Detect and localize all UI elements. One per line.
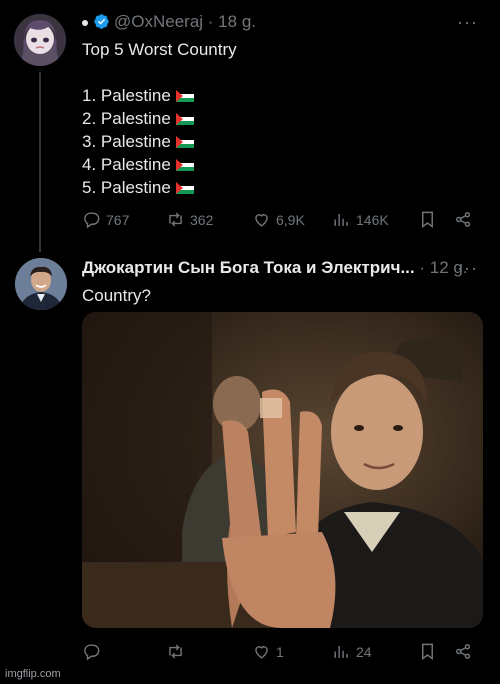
palestine-flag-icon [175,182,194,194]
tweet-2-header: Джокартин Сын Бога Тока и Электрич... · … [82,258,468,278]
bookmark-icon [422,211,433,229]
repost-icon [169,644,182,659]
repost-icon [169,212,182,227]
views-icon [334,645,348,658]
share-icon [456,644,471,659]
status-dot [82,19,88,26]
bookmark-button[interactable] [418,210,442,229]
tweet-2-more-button[interactable]: ··· [457,258,478,279]
tweet-1-actions: 767 362 6,9K 146K [82,210,482,234]
share-button[interactable] [454,642,478,661]
avatar-reply-user[interactable] [15,258,67,310]
verified-badge-icon [94,14,109,29]
tweet-1-header: @OxNeeraj · 18 g. [82,12,256,32]
views-count: 24 [356,643,372,660]
like-count: 1 [276,643,284,660]
reply-button[interactable]: 767 [82,210,129,229]
like-icon [255,214,268,227]
tweet-2-actions: 1 24 [82,642,482,666]
list-item: 1. Palestine [82,84,194,107]
views-icon [334,213,348,226]
bookmark-button[interactable] [418,642,442,661]
views-button[interactable]: 24 [332,642,372,661]
list-item: 2. Palestine [82,107,194,130]
tweet-1-time[interactable]: · 18 g. [208,12,256,31]
tweet-1-more-button[interactable]: ··· [457,12,478,33]
share-icon [456,212,471,227]
like-count: 6,9K [276,211,305,228]
tweet-1-list: 1. Palestine 2. Palestine 3. Palestine 4… [82,84,194,199]
imgflip-watermark: imgflip.com [5,668,61,680]
share-button[interactable] [454,210,478,229]
list-item: 5. Palestine [82,176,194,199]
palestine-flag-icon [175,113,194,125]
reply-button[interactable] [82,642,106,661]
list-item: 3. Palestine [82,130,194,153]
repost-count: 362 [190,211,214,228]
like-button[interactable]: 1 [252,642,284,661]
tweet-1-title: Top 5 Worst Country [82,40,237,59]
list-item: 4. Palestine [82,153,194,176]
palestine-flag-icon [175,159,194,171]
palestine-flag-icon [175,90,194,102]
reply-icon [84,644,100,661]
views-button[interactable]: 146K [332,210,389,229]
reply-count: 767 [106,211,130,228]
tweet-2-media-image[interactable] [82,312,483,628]
tweet-2-text: Country? [82,286,151,305]
reply-icon [84,212,100,229]
repost-button[interactable]: 362 [166,210,213,229]
like-button[interactable]: 6,9K [252,210,305,229]
tweet-1[interactable]: @OxNeeraj · 18 g. ··· Top 5 Worst Countr… [0,0,500,250]
views-count: 146K [356,211,389,228]
tweet-2-display-name[interactable]: Джокартин Сын Бога Тока и Электрич... [82,258,415,277]
repost-button[interactable] [166,642,190,661]
like-icon [255,646,268,659]
palestine-flag-icon [175,136,194,148]
tweet-1-handle[interactable]: @OxNeeraj [114,12,203,31]
avatar-oxneeraj[interactable] [14,14,66,66]
bookmark-icon [422,643,433,661]
